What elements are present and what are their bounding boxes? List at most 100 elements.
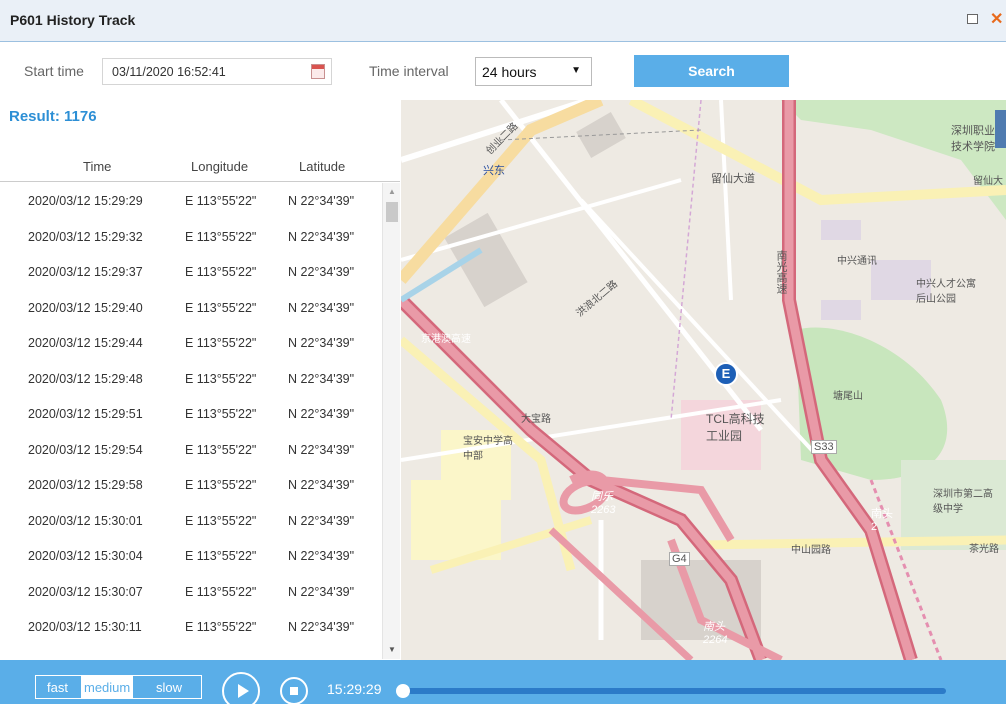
map-label: 深圳职业技术学院 [951,125,995,153]
cell-latitude: N 22°34'39" [288,194,355,208]
cell-time: 2020/03/12 15:29:29 [28,194,143,208]
map-label: TCL高科技工业园 [706,412,765,443]
map-label: 宝安中学高中部 [463,436,513,462]
window-title: P601 History Track [10,12,136,28]
scroll-up-icon[interactable]: ▲ [388,187,396,196]
map-label: 京港澳高速 [421,334,471,345]
map-label: 塘尾山 [833,391,863,402]
result-count: Result: 1176 [9,108,97,125]
cell-longitude: E 113°55'22" [185,336,257,350]
cell-longitude: E 113°55'22" [185,194,257,208]
playback-progress-track[interactable] [396,684,946,698]
cell-longitude: E 113°55'22" [185,478,257,492]
cell-latitude: N 22°34'39" [288,478,355,492]
table-row[interactable]: 2020/03/12 15:29:58 E 113°55'22" N 22°34'3… [0,467,400,503]
calendar-icon[interactable] [311,64,325,79]
cell-longitude: E 113°55'22" [185,513,257,528]
playback-time: 15:29:29 [327,681,382,697]
track-points-table: 2020/03/12 15:29:29 E 113°55'22" N 22°34'3… [0,183,400,659]
map-label: 兴东 [483,165,505,177]
table-row[interactable]: 2020/03/12 15:30:11 E 113°55'22" N 22°34'3… [0,609,400,645]
cell-time: 2020/03/12 15:30:01 [28,513,143,528]
start-time-input[interactable]: 03/11/2020 16:52:41 [102,58,332,85]
cell-latitude: N 22°34'39" [288,620,355,634]
table-header: Time Longitude Latitude [0,146,400,182]
speed-medium-button[interactable]: medium [81,676,134,698]
map-view[interactable]: E 兴东 留仙大道 南光高速 中兴通讯 中兴人才公寓后山公园 塘尾山 TCL高科… [401,100,1006,660]
cell-time: 2020/03/12 15:29:48 [28,371,143,386]
map-label: 茶光路 [969,544,999,555]
column-header-latitude: Latitude [299,159,346,174]
map-label: 中兴通讯 [837,256,877,267]
cell-longitude: E 113°55'22" [185,620,257,634]
cell-time: 2020/03/12 15:29:44 [28,336,143,350]
table-row[interactable]: 2020/03/12 15:29:29 E 113°55'22" N 22°34'3… [0,183,400,219]
map-label: 中山园路 [791,545,831,556]
cell-longitude: E 113°55'22" [185,549,257,563]
search-button[interactable]: Search [634,55,789,87]
table-row[interactable]: 2020/03/12 15:29:48 E 113°55'22" N 22°34'3… [0,361,400,397]
map-label: S33 [811,440,837,454]
cell-time: 2020/03/12 15:29:32 [28,229,143,244]
start-time-label: Start time [24,63,84,79]
map-base [401,100,1006,660]
cell-latitude: N 22°34'39" [288,265,355,279]
speed-selector: fast medium slow [35,675,202,699]
table-row[interactable]: 2020/03/12 15:30:01 E 113°55'22" N 22°34'3… [0,503,400,539]
cell-time: 2020/03/12 15:29:37 [28,265,143,279]
playback-bar: fast medium slow 15:29:29 [0,660,1006,704]
cell-longitude: E 113°55'22" [185,371,257,386]
map-label: 同乐 2263 [591,491,616,516]
cell-longitude: E 113°55'22" [185,229,257,244]
map-label: 深圳市第二高级中学 [933,489,993,515]
track-marker-icon[interactable]: E [714,362,738,386]
cell-time: 2020/03/12 15:30:07 [28,584,143,599]
cell-time: 2020/03/12 15:29:58 [28,478,143,492]
table-row[interactable]: 2020/03/12 15:29:51 E 113°55'22" N 22°34'3… [0,396,400,432]
progress-slider-handle[interactable] [396,684,410,698]
map-label: 大宝路 [521,414,551,425]
time-interval-select[interactable]: 24 hours ▼ [475,57,592,86]
cell-longitude: E 113°55'22" [185,300,257,315]
cell-latitude: N 22°34'39" [288,229,355,244]
history-track-window: P601 History Track ✕ Start time 03/11/20… [0,0,1006,704]
map-label: G4 [669,552,690,566]
table-scrollbar[interactable]: ▲ ▼ [382,183,400,659]
stop-icon[interactable] [280,677,308,704]
table-row[interactable]: 2020/03/12 15:30:07 E 113°55'22" N 22°34'3… [0,574,400,610]
title-bar: P601 History Track ✕ [0,0,1006,42]
table-row[interactable]: 2020/03/12 15:30:04 E 113°55'22" N 22°34'3… [0,538,400,574]
table-row[interactable]: 2020/03/12 15:29:44 E 113°55'22" N 22°34'3… [0,325,400,361]
time-interval-value: 24 hours [482,64,537,80]
cell-latitude: N 22°34'39" [288,336,355,350]
table-row[interactable]: 2020/03/12 15:29:37 E 113°55'22" N 22°34'3… [0,254,400,290]
speed-slow-button[interactable]: slow [156,680,182,695]
cell-latitude: N 22°34'39" [288,549,355,563]
map-label: 留仙大 [973,176,1003,187]
cell-latitude: N 22°34'39" [288,513,355,528]
play-icon[interactable] [222,672,260,704]
scroll-down-icon[interactable]: ▼ [388,645,396,654]
map-label: 中兴人才公寓后山公园 [916,279,976,305]
cell-time: 2020/03/12 15:29:40 [28,300,143,315]
table-row[interactable]: 2020/03/12 15:29:54 E 113°55'22" N 22°34'3… [0,432,400,468]
cell-longitude: E 113°55'22" [185,442,257,457]
table-row[interactable]: 2020/03/12 15:29:40 E 113°55'22" N 22°34'3… [0,290,400,326]
map-label: 南光高速 [775,250,787,294]
time-interval-label: Time interval [369,63,449,79]
cell-time: 2020/03/12 15:30:04 [28,549,143,563]
dropdown-arrow-icon: ▼ [571,65,581,76]
cell-latitude: N 22°34'39" [288,300,355,315]
cell-time: 2020/03/12 15:29:54 [28,442,143,457]
cell-latitude: N 22°34'39" [288,442,355,457]
cell-time: 2020/03/12 15:29:51 [28,407,143,421]
close-icon[interactable]: ✕ [990,9,1003,29]
maximize-icon[interactable] [967,14,978,24]
cell-latitude: N 22°34'39" [288,371,355,386]
table-row[interactable]: 2020/03/12 15:29:32 E 113°55'22" N 22°34'3… [0,219,400,255]
cell-longitude: E 113°55'22" [185,584,257,599]
column-header-time: Time [83,159,112,174]
map-label: 南头 2 [871,508,893,533]
scrollbar-thumb[interactable] [386,202,398,222]
speed-fast-button[interactable]: fast [47,680,68,695]
